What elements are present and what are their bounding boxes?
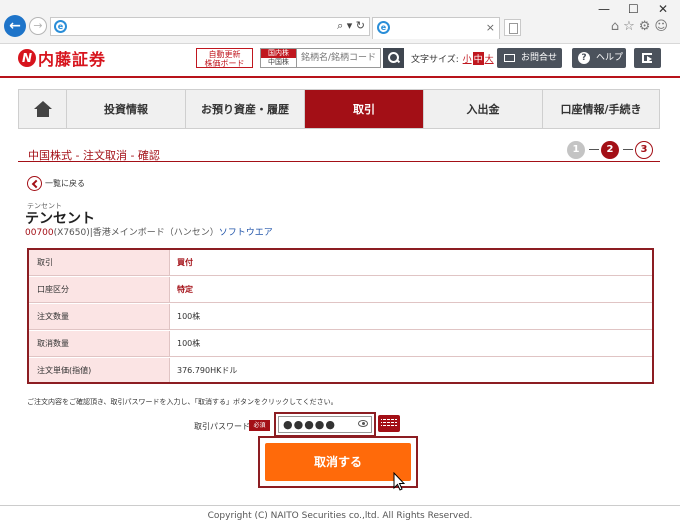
market-domestic[interactable]: 国内株 (261, 49, 296, 58)
font-size-large[interactable]: 大 (484, 52, 495, 65)
minimize-icon[interactable]: — (598, 2, 610, 16)
software-keyboard-icon[interactable] (378, 415, 400, 432)
step-connector (589, 149, 599, 150)
mail-icon (504, 54, 515, 62)
stock-market: (X7650)|香港メインボード（ハンセン） (53, 228, 219, 238)
browser-back-button[interactable]: ← (4, 15, 26, 37)
row-value: 100株 (177, 339, 201, 348)
back-to-list-label: 一覧に戻る (45, 178, 85, 188)
auto-board-button[interactable]: 自動更新 株価ボード (196, 48, 253, 68)
font-size-small[interactable]: 小 (462, 52, 473, 65)
stock-meta: 00700(X7650)|香港メインボード（ハンセン）ソフトウエア (25, 225, 273, 238)
logo-mark-icon: N (18, 49, 36, 67)
logo-text: 内藤証券 (38, 50, 107, 69)
footer-divider (0, 505, 680, 506)
market-selector[interactable]: 国内株 中国株 (260, 48, 297, 68)
password-input[interactable]: ●●●●● (278, 416, 372, 433)
password-label: 取引パスワード (194, 422, 250, 431)
row-label: 注文単価(指値) (29, 358, 170, 382)
browser-chrome: — ☐ ✕ ← → e ⌕ ▾ ↻ e × ⌂☆⚙☺ (0, 0, 680, 44)
help-label: ヘルプ (596, 53, 624, 63)
nav-assets-history[interactable]: お預り資産・履歴 (186, 90, 305, 128)
market-china[interactable]: 中国株 (261, 58, 296, 67)
row-label: 口座区分 (29, 277, 170, 302)
nav-trade[interactable]: 取引 (305, 90, 424, 128)
logout-button[interactable] (634, 48, 661, 68)
cancel-order-button[interactable]: 取消する (265, 443, 411, 481)
footer-copyright: Copyright (C) NAITO Securities co.,ltd. … (207, 511, 473, 521)
password-value: ●●●●● (283, 418, 336, 431)
close-window-icon[interactable]: ✕ (658, 2, 668, 16)
row-label: 注文数量 (29, 304, 170, 329)
table-row: 注文数量 100株 (29, 304, 652, 330)
eye-icon[interactable] (358, 420, 368, 427)
order-detail-table: 取引 買付 口座区分 特定 注文数量 100株 取消数量 100株 注文単価(指… (27, 248, 654, 384)
font-size-control: 文字サイズ: 小中大 (411, 52, 495, 65)
browser-tab[interactable]: e × (372, 17, 500, 39)
address-bar[interactable]: e ⌕ ▾ ↻ (50, 17, 370, 36)
nav-investment-info[interactable]: 投資情報 (67, 90, 186, 128)
tab-close-icon[interactable]: × (486, 21, 495, 34)
step-2-current: 2 (601, 141, 619, 159)
font-size-medium[interactable]: 中 (472, 52, 484, 65)
password-highlight: ●●●●● (274, 412, 376, 437)
browser-toolbar-icons[interactable]: ⌂☆⚙☺ (611, 19, 672, 34)
main-nav: 投資情報 お預り資産・履歴 取引 入出金 口座情報/手続き (18, 89, 660, 129)
font-size-label: 文字サイズ: (411, 55, 459, 65)
mouse-cursor-icon (393, 472, 405, 491)
contact-button[interactable]: お問合せ (497, 48, 562, 68)
auto-board-line2: 株価ボード (204, 59, 245, 68)
help-button[interactable]: ? ヘルプ (572, 48, 626, 68)
stock-code: 00700 (25, 228, 54, 238)
address-tools[interactable]: ⌕ ▾ ↻ (337, 19, 365, 33)
row-value: 376.790HKドル (177, 365, 238, 375)
row-value: 買付 (177, 258, 193, 267)
title-divider (18, 161, 660, 162)
new-tab-button[interactable] (504, 19, 521, 36)
table-row: 注文単価(指値) 376.790HKドル (29, 358, 652, 382)
chevron-left-icon (27, 175, 42, 191)
help-icon: ? (578, 52, 590, 64)
row-label: 取引 (29, 250, 170, 275)
auto-board-line1: 自動更新 (208, 50, 241, 59)
contact-label: お問合せ (521, 53, 558, 63)
step-1: 1 (567, 141, 585, 159)
stock-search-input[interactable] (297, 48, 381, 68)
table-row: 取消数量 100株 (29, 331, 652, 357)
header-divider (0, 76, 680, 78)
row-value: 特定 (177, 285, 193, 294)
tab-ie-icon: e (377, 21, 390, 34)
row-value: 100株 (177, 312, 201, 321)
step-3: 3 (635, 141, 653, 159)
site-logo[interactable]: N 内藤証券 (18, 48, 107, 69)
logout-icon (642, 53, 652, 63)
table-row: 口座区分 特定 (29, 277, 652, 303)
instruction-note: ご注文内容をご確認頂き、取引パスワードを入力し、「取消する」ボタンをクリックして… (27, 398, 338, 406)
browser-forward-button[interactable]: → (29, 17, 47, 35)
nav-account-info[interactable]: 口座情報/手続き (543, 90, 659, 128)
home-icon (33, 101, 52, 117)
row-label: 取消数量 (29, 331, 170, 356)
nav-home[interactable] (19, 90, 67, 128)
search-button[interactable] (383, 48, 404, 68)
step-connector (623, 149, 633, 150)
stock-sector[interactable]: ソフトウエア (219, 228, 273, 238)
required-badge: 必須 (249, 420, 270, 431)
table-row: 取引 買付 (29, 250, 652, 276)
maximize-icon[interactable]: ☐ (628, 2, 639, 16)
back-to-list-link[interactable]: 一覧に戻る (27, 175, 85, 191)
ie-page-icon: e (54, 20, 67, 33)
nav-deposit-withdraw[interactable]: 入出金 (424, 90, 543, 128)
